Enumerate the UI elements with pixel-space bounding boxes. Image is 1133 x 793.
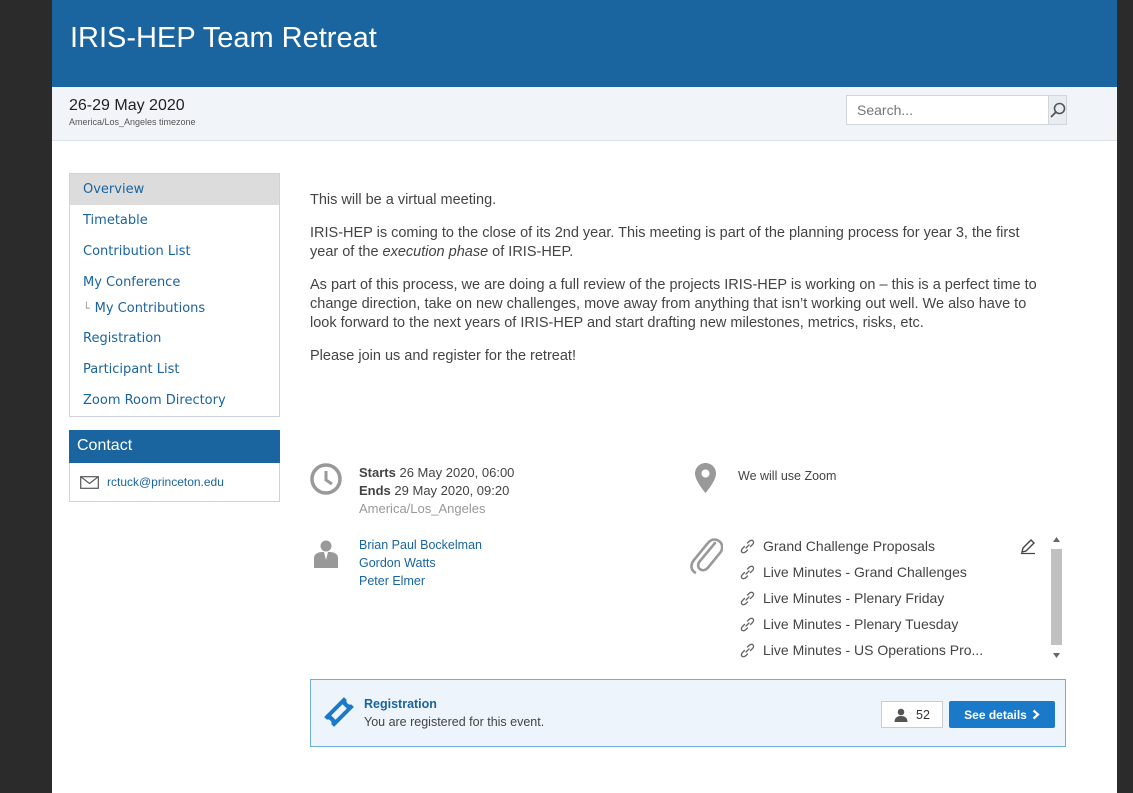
ticket-icon: [324, 697, 354, 727]
material-link[interactable]: Live Minutes - Grand Challenges: [740, 559, 1064, 585]
event-location: We will use Zoom: [738, 469, 837, 483]
event-header: IRIS-HEP Team Retreat: [52, 0, 1117, 87]
ends-value: 29 May 2020, 09:20: [394, 483, 510, 498]
description-paragraph: As part of this process, we are doing a …: [310, 277, 1037, 331]
materials-scrollbar[interactable]: [1049, 533, 1064, 663]
registrant-count: 52: [881, 701, 943, 728]
link-icon: [740, 591, 755, 605]
person-icon: [314, 540, 338, 568]
event-chairs: Brian Paul Bockelman Gordon Watts Peter …: [359, 536, 482, 590]
chair-link[interactable]: Gordon Watts: [359, 554, 482, 572]
scrollbar-thumb[interactable]: [1051, 549, 1062, 645]
tree-branch-icon: └: [83, 302, 90, 315]
menu-item-registration[interactable]: Registration: [70, 323, 279, 354]
dates-timezone: America/Los_Angeles: [359, 501, 486, 516]
description-paragraph: Please join us and register for the retr…: [310, 348, 576, 364]
material-link[interactable]: Live Minutes - Plenary Friday: [740, 585, 1064, 611]
materials-list: Grand Challenge Proposals Live Minutes -…: [740, 533, 1064, 663]
ends-label: Ends: [359, 483, 391, 498]
menu-item-timetable[interactable]: Timetable: [70, 205, 279, 236]
description-paragraph: IRIS-HEP is coming to the close of its 2…: [310, 225, 1020, 260]
registration-title: Registration: [364, 697, 437, 711]
menu-item-my-contributions-label: My Contributions: [94, 301, 206, 316]
material-link[interactable]: Live Minutes - Plenary Tuesday: [740, 611, 1064, 637]
event-title[interactable]: IRIS-HEP Team Retreat: [70, 22, 377, 54]
contact-title: Contact: [69, 430, 280, 463]
see-details-button[interactable]: See details: [949, 701, 1055, 728]
search-input[interactable]: [847, 96, 1048, 124]
menu-item-overview[interactable]: Overview: [70, 174, 279, 205]
link-icon: [740, 539, 755, 553]
event-subheader: 26-29 May 2020 America/Los_Angeles timez…: [52, 87, 1117, 141]
paperclip-icon: [690, 538, 723, 574]
search-icon: [1050, 102, 1065, 118]
event-description: This will be a virtual meeting. IRIS-HEP…: [310, 191, 1050, 380]
link-icon: [740, 643, 755, 657]
registration-status: You are registered for this event.: [364, 715, 545, 729]
scroll-down-arrow-icon[interactable]: [1052, 651, 1061, 659]
menu-item-zoom-room-directory[interactable]: Zoom Room Directory: [70, 385, 279, 416]
menu-item-my-contributions[interactable]: └ My Contributions: [70, 298, 279, 323]
menu-item-participant-list[interactable]: Participant List: [70, 354, 279, 385]
chair-link[interactable]: Peter Elmer: [359, 572, 482, 590]
edit-pencil-icon[interactable]: [1019, 537, 1037, 555]
user-icon: [894, 708, 908, 722]
search-box: [846, 95, 1067, 125]
material-link[interactable]: Live Minutes - US Operations Pro...: [740, 637, 1064, 663]
starts-label: Starts: [359, 465, 396, 480]
registration-box: Registration You are registered for this…: [310, 679, 1066, 747]
description-paragraph: This will be a virtual meeting.: [310, 192, 497, 208]
menu-item-contribution-list[interactable]: Contribution List: [70, 236, 279, 267]
clock-icon: [310, 463, 342, 495]
material-link[interactable]: Grand Challenge Proposals: [740, 533, 1064, 559]
map-pin-icon: [695, 463, 716, 493]
search-button[interactable]: [1048, 96, 1066, 124]
contact-box: rctuck@princeton.edu: [69, 463, 280, 502]
link-icon: [740, 617, 755, 631]
event-dates: Starts 26 May 2020, 06:00 Ends 29 May 20…: [359, 464, 514, 518]
page: IRIS-HEP Team Retreat 26-29 May 2020 Ame…: [52, 0, 1117, 793]
chevron-right-icon: [1032, 709, 1040, 720]
chair-link[interactable]: Brian Paul Bockelman: [359, 536, 482, 554]
starts-value: 26 May 2020, 06:00: [399, 465, 515, 480]
menu-item-my-conference[interactable]: My Conference: [70, 267, 279, 298]
envelope-icon: [80, 475, 99, 489]
contact-email-link[interactable]: rctuck@princeton.edu: [107, 475, 224, 489]
sidebar-menu: Overview Timetable Contribution List My …: [69, 173, 280, 417]
scroll-up-arrow-icon[interactable]: [1052, 536, 1061, 544]
link-icon: [740, 565, 755, 579]
